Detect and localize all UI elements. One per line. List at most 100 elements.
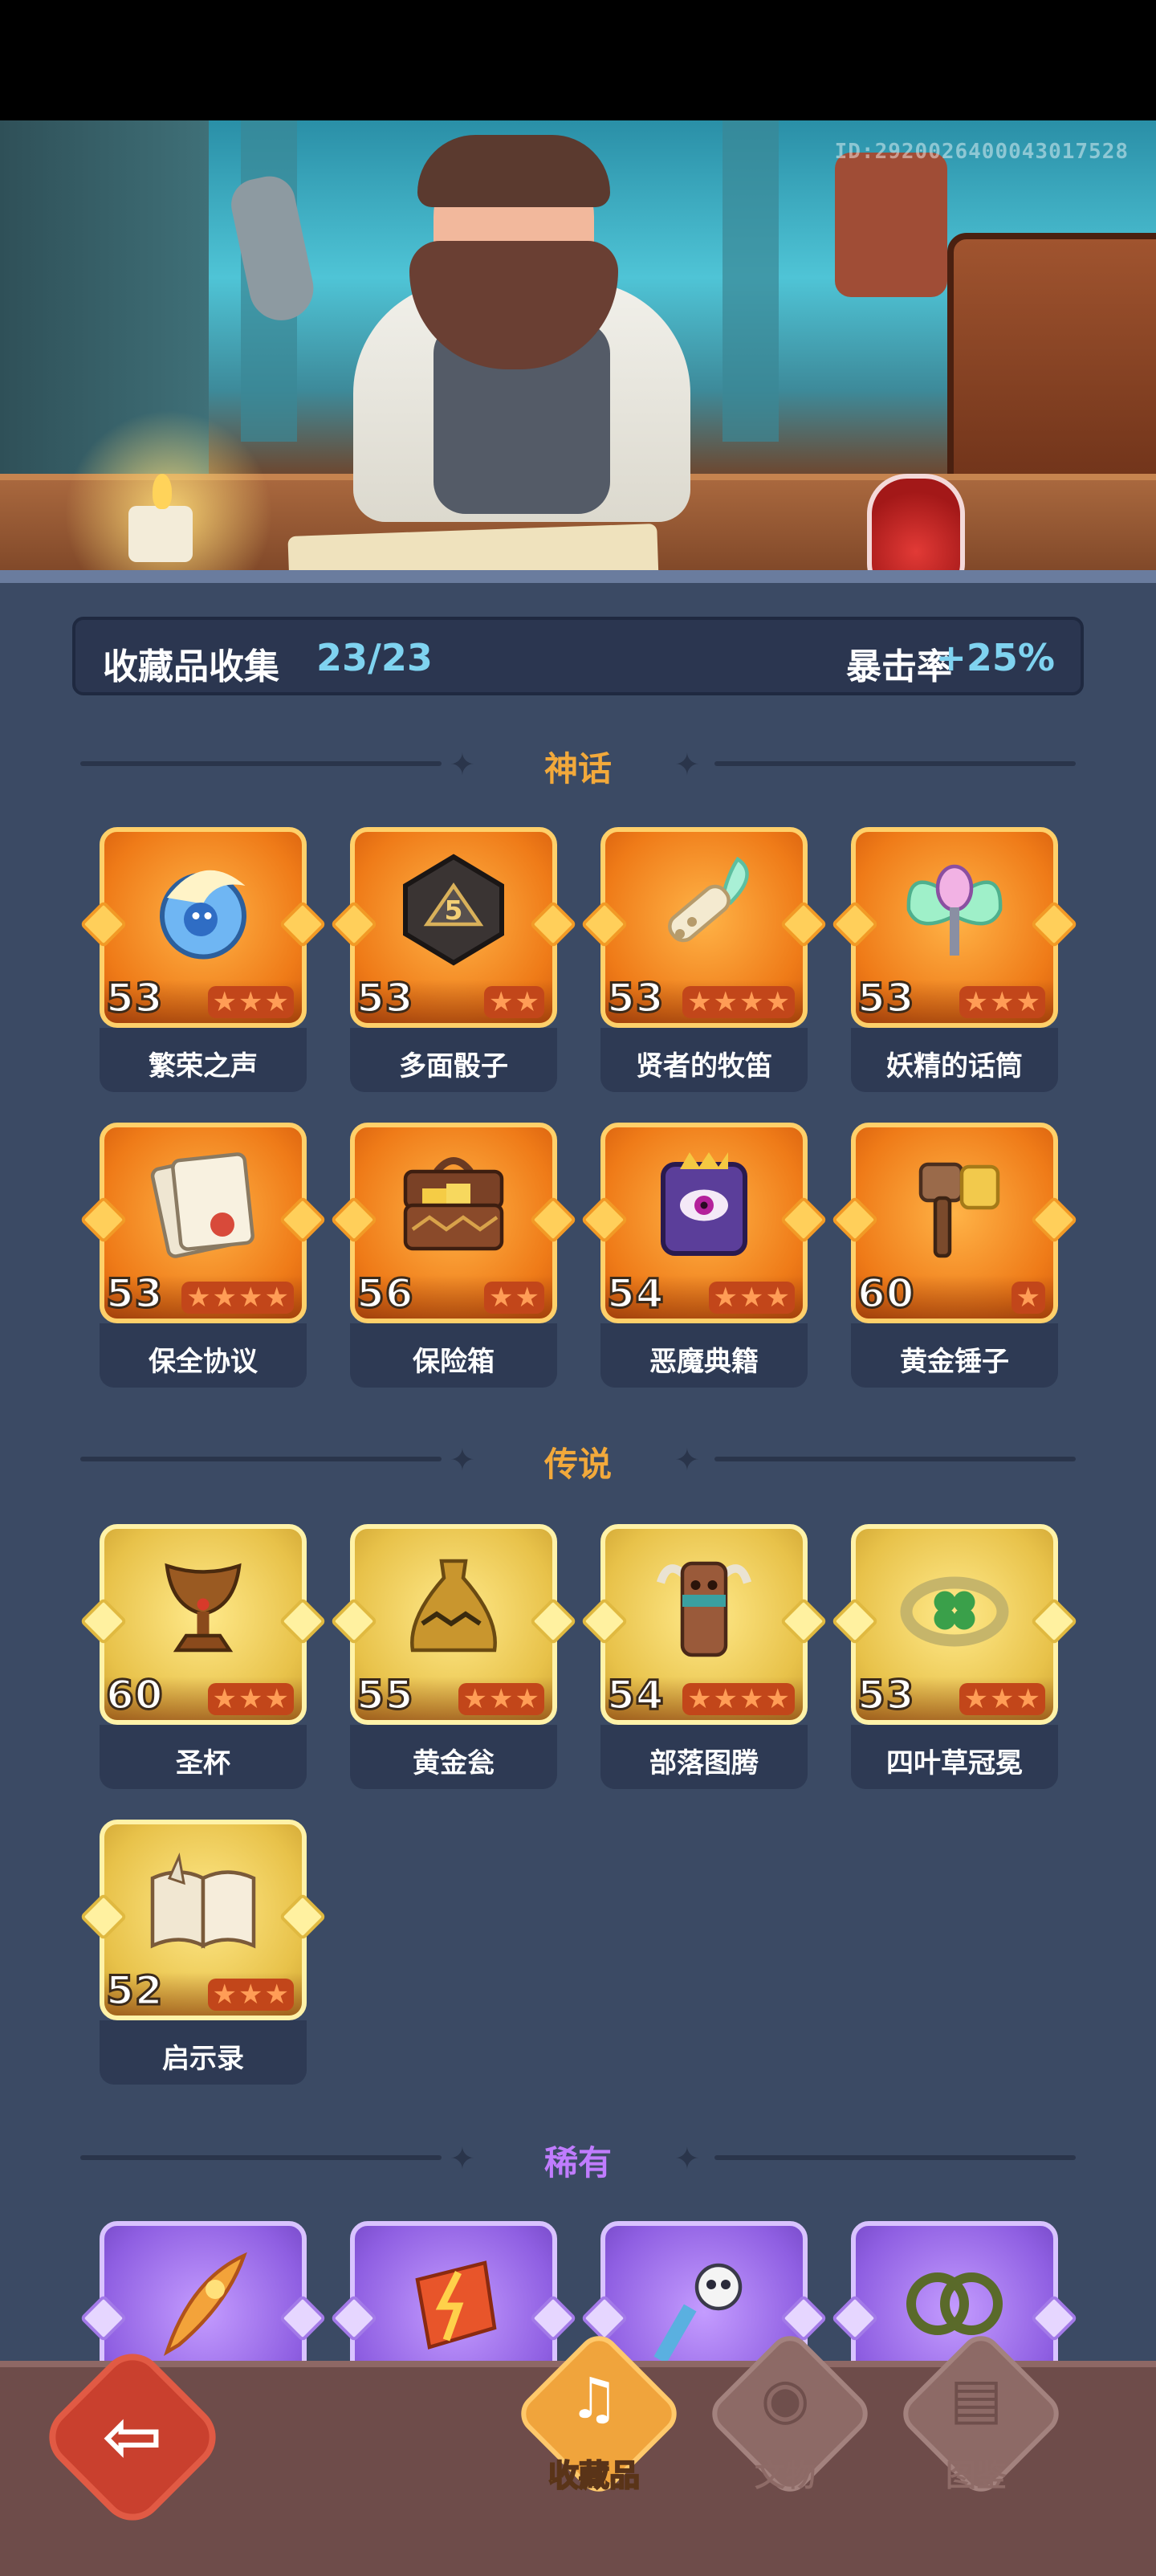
section-title: 传说 bbox=[543, 1445, 612, 1484]
star-icon: ★ bbox=[489, 1282, 514, 1314]
star-rating: ★ ★ ★ bbox=[207, 986, 294, 1018]
lightning-shield-icon bbox=[415, 2260, 497, 2350]
player-id: ID:2920026400043017528 bbox=[834, 140, 1129, 164]
collection-summary: 收藏品收集 23/23 暴击率 +25% bbox=[72, 617, 1084, 695]
item-level: 53 bbox=[857, 974, 916, 1023]
collectible-card[interactable]: 55 ★ ★ ★ 黄金瓮 bbox=[330, 1524, 577, 1789]
potion-icon bbox=[867, 474, 965, 570]
item-name: 繁荣之声 bbox=[149, 1050, 258, 1082]
safety-protocol-icon bbox=[150, 1152, 254, 1258]
collectible-card[interactable]: 60 ★ ★ ★ 圣杯 bbox=[79, 1524, 327, 1789]
treasure-chest-image bbox=[947, 233, 1156, 503]
star-icon: ★ bbox=[739, 986, 764, 1018]
flame-icon bbox=[153, 474, 172, 509]
star-rating: ★ ★ ★ ★ bbox=[181, 1282, 294, 1314]
book-icon: ▤ bbox=[949, 2366, 1003, 2431]
star-icon: ★ bbox=[765, 986, 790, 1018]
prosperity-voice-icon bbox=[160, 870, 246, 960]
golden-hammer-icon bbox=[918, 1162, 1000, 1258]
star-icon: ★ bbox=[264, 1979, 289, 2011]
star-rating: ★ ★ ★ bbox=[207, 1979, 294, 2011]
star-rating: ★ ★ ★ ★ bbox=[682, 986, 795, 1018]
polyhedral-dice-icon: 5 bbox=[403, 854, 504, 966]
item-level: 55 bbox=[356, 1671, 415, 1720]
star-icon: ★ bbox=[462, 1683, 488, 1715]
sparkle-icon: ✦ bbox=[674, 1442, 700, 1478]
collectible-card[interactable]: 53 ★ ★ ★ ★ 保全协议 bbox=[79, 1123, 327, 1388]
back-arrow-icon[interactable]: ⇦ bbox=[64, 2369, 201, 2505]
item-name: 启示录 bbox=[162, 2043, 244, 2075]
item-name: 贤者的牧笛 bbox=[636, 1050, 772, 1082]
star-icon: ★ bbox=[264, 1683, 289, 1715]
revelation-book-icon bbox=[150, 1852, 256, 1949]
star-icon: ★ bbox=[963, 986, 989, 1018]
star-icon: ★ bbox=[765, 1683, 790, 1715]
item-level: 53 bbox=[356, 974, 415, 1023]
section-header-myth: ✦ 神话 ✦ bbox=[80, 739, 1076, 789]
item-name: 四叶草冠冕 bbox=[886, 1747, 1023, 1779]
star-icon: ★ bbox=[238, 1282, 263, 1314]
star-icon: ★ bbox=[687, 986, 712, 1018]
item-name: 保险箱 bbox=[413, 1346, 495, 1378]
tab-collectibles[interactable]: ♫ 收藏品 bbox=[512, 2327, 686, 2505]
star-icon: ★ bbox=[515, 1282, 539, 1314]
item-name: 黄金瓮 bbox=[413, 1747, 495, 1779]
collectible-card[interactable] bbox=[831, 2221, 1078, 2361]
pillar bbox=[722, 120, 779, 442]
star-icon: ★ bbox=[713, 1683, 739, 1715]
star-rating: ★ ★ ★ bbox=[959, 986, 1045, 1018]
summary-label: 收藏品收集 bbox=[103, 646, 279, 687]
star-icon: ★ bbox=[212, 1683, 238, 1715]
star-icon: ★ bbox=[489, 986, 514, 1018]
star-icon: ★ bbox=[212, 1282, 238, 1314]
item-name: 多面骰子 bbox=[399, 1050, 508, 1082]
collectible-card[interactable]: 53 ★ ★ ★ 繁荣之声 bbox=[79, 827, 327, 1092]
tab-label: 收藏品 bbox=[547, 2457, 641, 2494]
collectible-card[interactable]: 5 53 ★ ★ 多面骰子 bbox=[330, 827, 577, 1092]
tab-label: 文物 bbox=[754, 2458, 816, 2493]
tab-label: 图鉴 bbox=[945, 2458, 1007, 2493]
collectible-card[interactable]: 54 ★ ★ ★ 恶魔典籍 bbox=[580, 1123, 828, 1388]
collectible-card[interactable]: 54 ★ ★ ★ ★ 部落图腾 bbox=[580, 1524, 828, 1789]
item-name: 部落图腾 bbox=[649, 1747, 759, 1779]
status-bar bbox=[0, 0, 1156, 120]
item-level: 56 bbox=[356, 1270, 415, 1319]
collectible-card[interactable]: 53 ★ ★ ★ ★ 贤者的牧笛 bbox=[580, 827, 828, 1092]
fairy-microphone-icon bbox=[906, 864, 1003, 956]
sparkle-icon: ✦ bbox=[674, 747, 700, 782]
item-name: 圣杯 bbox=[176, 1747, 230, 1779]
collectible-card[interactable]: 52 ★ ★ ★ 启示录 bbox=[79, 1820, 327, 2085]
star-icon: ★ bbox=[489, 1683, 514, 1715]
candle-icon bbox=[128, 506, 193, 562]
golden-urn-icon bbox=[410, 1559, 497, 1653]
star-rating: ★ ★ ★ ★ bbox=[682, 1683, 795, 1715]
item-name: 黄金锤子 bbox=[900, 1346, 1009, 1378]
collectible-card[interactable]: 53 ★ ★ ★ 妖精的话筒 bbox=[831, 827, 1078, 1092]
clover-crown-icon bbox=[900, 1576, 1009, 1647]
item-name: 保全协议 bbox=[149, 1346, 258, 1378]
phoenix-feather-icon bbox=[163, 2252, 247, 2357]
summary-count: 23/23 bbox=[316, 636, 433, 679]
star-rating: ★ ★ ★ bbox=[458, 1683, 544, 1715]
star-rating: ★ ★ bbox=[484, 986, 544, 1018]
star-icon: ★ bbox=[990, 1683, 1015, 1715]
collectible-card[interactable] bbox=[79, 2221, 327, 2361]
star-icon: ★ bbox=[963, 1683, 989, 1715]
sparkle-icon: ✦ bbox=[674, 2141, 700, 2176]
tab-artifacts[interactable]: ◉ 文物 bbox=[703, 2327, 877, 2505]
collectible-card[interactable]: 56 ★ ★ 保险箱 bbox=[330, 1123, 577, 1388]
star-rating: ★ ★ ★ bbox=[207, 1683, 294, 1715]
star-icon: ★ bbox=[238, 1979, 263, 2011]
collectible-card[interactable] bbox=[330, 2221, 577, 2361]
sage-pipe-icon bbox=[668, 856, 749, 943]
star-icon: ★ bbox=[1016, 986, 1040, 1018]
star-icon: ★ bbox=[515, 986, 539, 1018]
star-icon: ★ bbox=[264, 1282, 289, 1314]
star-icon: ★ bbox=[212, 1979, 238, 2011]
tab-compendium[interactable]: ▤ 图鉴 bbox=[894, 2327, 1068, 2505]
star-icon: ★ bbox=[713, 1282, 739, 1314]
collectible-card[interactable]: 60 ★ 黄金锤子 bbox=[831, 1123, 1078, 1388]
collectible-card[interactable]: 53 ★ ★ ★ 四叶草冠冕 bbox=[831, 1524, 1078, 1789]
demon-tome-icon bbox=[661, 1152, 747, 1256]
star-icon: ★ bbox=[1016, 1683, 1040, 1715]
